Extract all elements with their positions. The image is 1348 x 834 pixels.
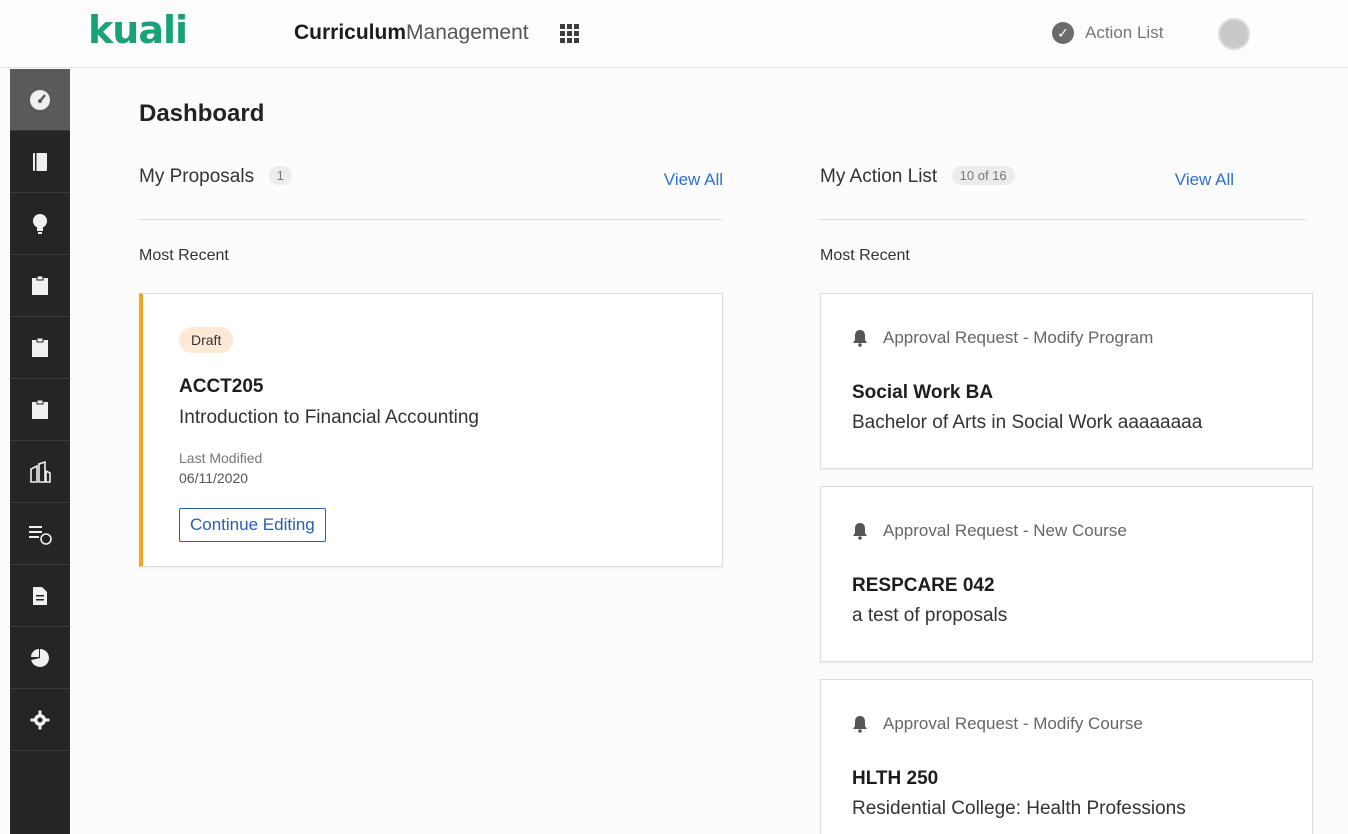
sidebar-item-reports[interactable] — [10, 627, 70, 689]
clipboard-icon — [32, 399, 48, 419]
bell-icon — [853, 716, 867, 733]
request-type: Approval Request - Modify Course — [851, 714, 1143, 734]
sidebar-item-institution[interactable] — [10, 441, 70, 503]
action-item-code: Social Work BA — [852, 382, 994, 403]
sidebar-item-specializations[interactable] — [10, 379, 70, 441]
product-name-bold: Curriculum — [294, 21, 407, 44]
request-type: Approval Request - New Course — [851, 521, 1127, 541]
last-modified-label: Last Modified — [179, 450, 263, 466]
pie-chart-icon — [31, 648, 49, 667]
product-name-rest: Management — [406, 21, 529, 44]
proposals-header: My Proposals 1 View All — [139, 166, 723, 220]
action-item-card[interactable]: Approval Request - Modify Course HLTH 25… — [820, 679, 1313, 834]
status-badge: Draft — [179, 327, 234, 353]
action-list-link[interactable]: ✓ Action List — [1052, 22, 1163, 44]
action-list-most-recent-label: Most Recent — [820, 247, 910, 264]
product-name: CurriculumManagement — [294, 21, 529, 45]
last-modified-date: 06/11/2020 — [179, 470, 249, 486]
request-type-label: Approval Request - Modify Course — [883, 714, 1143, 733]
sidebar-item-ideas[interactable] — [10, 193, 70, 255]
sidebar-item-dashboard[interactable] — [10, 69, 70, 131]
top-bar: kuali CurriculumManagement ✓ Action List — [0, 0, 1348, 68]
action-list-count-badge: 10 of 16 — [951, 166, 1015, 185]
sidebar-item-documents[interactable] — [10, 565, 70, 627]
clipboard-icon — [32, 337, 48, 357]
page-title: Dashboard — [139, 100, 265, 127]
action-item-name: a test of proposals — [852, 605, 1008, 626]
sidebar-item-programs[interactable] — [10, 317, 70, 379]
bell-icon — [853, 523, 867, 540]
sidebar-item-settings[interactable] — [10, 689, 70, 751]
list-clock-icon — [29, 525, 52, 545]
action-list-header: My Action List 10 of 16 View All — [820, 166, 1307, 220]
proposals-title: My Proposals — [139, 166, 255, 187]
lightbulb-icon — [33, 213, 47, 234]
action-item-name: Residential College: Health Professions — [852, 798, 1186, 819]
request-type-label: Approval Request - Modify Program — [883, 328, 1154, 347]
user-avatar[interactable] — [1218, 18, 1250, 50]
check-circle-icon: ✓ — [1052, 22, 1074, 44]
proposal-name: Introduction to Financial Accounting — [179, 407, 479, 428]
proposals-most-recent-label: Most Recent — [139, 247, 229, 264]
proposal-code: ACCT205 — [179, 376, 264, 397]
bell-icon — [853, 330, 867, 347]
request-type-label: Approval Request - New Course — [883, 521, 1127, 540]
request-type: Approval Request - Modify Program — [851, 328, 1153, 348]
book-icon — [33, 152, 47, 171]
proposals-view-all-link[interactable]: View All — [664, 170, 723, 190]
institution-icon — [30, 460, 51, 483]
continue-editing-button[interactable]: Continue Editing — [179, 508, 326, 542]
proposal-card: Draft ACCT205 Introduction to Financial … — [139, 293, 723, 567]
action-item-code: HLTH 250 — [852, 768, 939, 789]
gear-icon — [30, 710, 50, 729]
sidebar-item-courses[interactable] — [10, 255, 70, 317]
proposals-count-badge: 1 — [268, 166, 292, 185]
dashboard-gauge-icon — [30, 89, 50, 110]
action-list-view-all-link[interactable]: View All — [1175, 170, 1234, 190]
action-list-label: Action List — [1085, 23, 1164, 42]
action-item-card[interactable]: Approval Request - Modify Program Social… — [820, 293, 1313, 469]
action-item-card[interactable]: Approval Request - New Course RESPCARE 0… — [820, 486, 1313, 662]
action-item-name: Bachelor of Arts in Social Work aaaaaaaa — [852, 412, 1203, 433]
action-list-title: My Action List — [820, 166, 938, 187]
kuali-logo[interactable]: kuali — [88, 8, 188, 52]
action-item-code: RESPCARE 042 — [852, 575, 995, 596]
clipboard-icon — [32, 275, 48, 295]
app-grid-icon[interactable] — [560, 24, 580, 44]
sidebar-item-schedule[interactable] — [10, 503, 70, 565]
sidebar — [10, 69, 70, 834]
sidebar-item-catalog[interactable] — [10, 131, 70, 193]
document-icon — [33, 586, 47, 605]
